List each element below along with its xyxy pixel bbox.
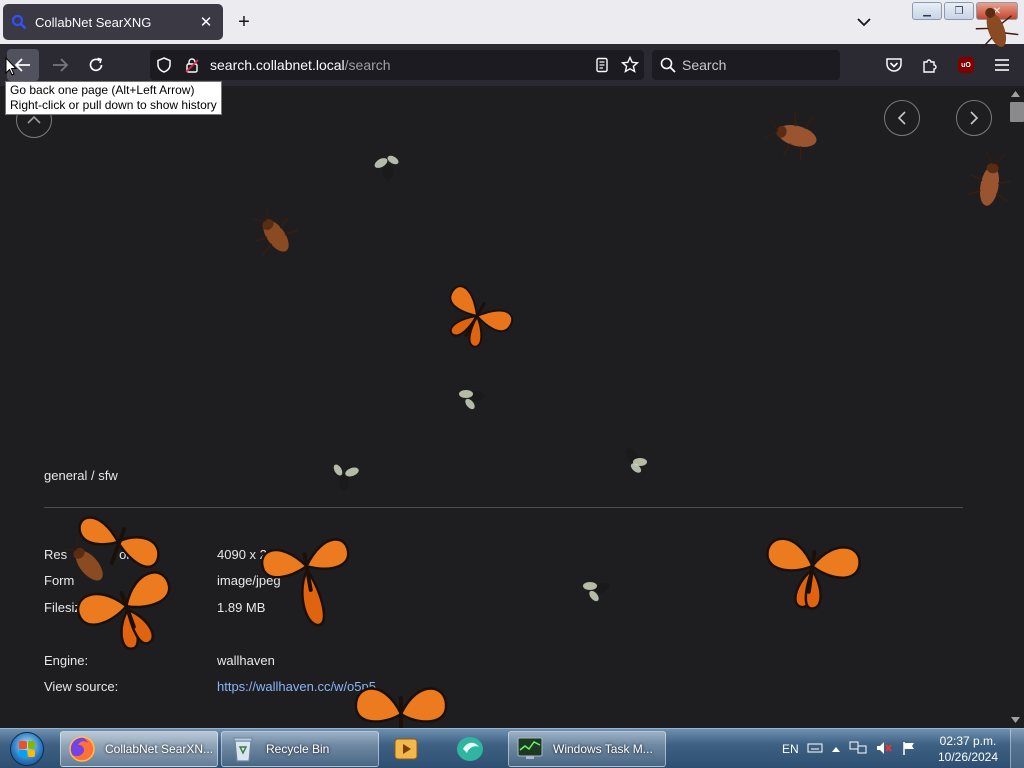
scrollbar-thumb[interactable] — [1010, 102, 1024, 122]
cockroach-icon — [765, 111, 817, 161]
butterfly-icon — [354, 687, 448, 728]
firefox-icon — [67, 734, 97, 764]
butterfly-icon — [260, 538, 350, 627]
url-text[interactable]: search.collabnet.local/search — [210, 57, 588, 73]
fly-icon — [583, 582, 610, 602]
taskbar-item-label: CollabNet SearXN... — [105, 742, 214, 756]
tooltip-line-1: Go back one page (Alt+Left Arrow) — [10, 83, 195, 97]
tab-close-icon[interactable]: ✕ — [197, 13, 215, 31]
butterfly-icon — [766, 537, 861, 610]
list-all-tabs-button[interactable] — [852, 10, 876, 34]
clock-time: 02:37 p.m. — [939, 734, 997, 748]
taskbar-item-app[interactable] — [446, 731, 502, 767]
tab-strip: CollabNet SearXNG ✕ + ▁ ❐ ✕ — [0, 0, 1024, 44]
keyboard-icon[interactable] — [807, 742, 823, 757]
engine-label: Engine: — [44, 653, 89, 668]
taskbar-item-recycle-bin[interactable]: Recycle Bin — [221, 731, 379, 767]
reader-view-icon[interactable] — [588, 50, 616, 80]
show-hidden-icons-icon[interactable] — [831, 742, 841, 756]
tracking-protection-icon[interactable] — [150, 50, 178, 80]
system-tray: EN — [782, 729, 917, 768]
clock-date: 10/26/2024 — [937, 750, 999, 764]
chevron-right-icon — [970, 111, 979, 125]
previous-image-button[interactable] — [884, 100, 920, 136]
recycle-bin-icon — [228, 734, 258, 764]
minimize-button[interactable]: ▁ — [912, 2, 942, 20]
scroll-up-arrow-icon[interactable] — [1009, 88, 1022, 100]
reload-icon — [89, 57, 103, 72]
media-player-icon — [391, 734, 421, 764]
view-source-row: View source: https://wallhaven.cc/w/o5p5 — [44, 679, 376, 694]
search-icon — [660, 57, 676, 73]
cockroach-icon — [975, 7, 1019, 49]
mouse-cursor-icon — [5, 57, 17, 76]
url-host: search.collabnet.local — [210, 57, 345, 73]
tab-title: CollabNet SearXNG — [35, 14, 152, 30]
network-icon[interactable] — [849, 740, 867, 759]
taskbar-item-label: Recycle Bin — [266, 742, 330, 756]
butterfly-icon — [76, 571, 171, 650]
action-center-flag-icon[interactable] — [901, 740, 917, 759]
url-path: /search — [344, 57, 391, 73]
taskbar-item-firefox[interactable]: CollabNet SearXN... — [60, 731, 218, 767]
bookmark-star-icon[interactable] — [616, 50, 644, 80]
start-button[interactable] — [4, 730, 50, 768]
ublock-origin-icon[interactable]: uO — [950, 50, 982, 80]
fly-icon — [374, 155, 399, 180]
nav-toolbar: search.collabnet.local/search Search uO — [0, 44, 1024, 86]
engine-value: wallhaven — [217, 653, 275, 668]
windows-taskbar: CollabNet SearXN... Recycle Bin Windows … — [0, 728, 1024, 768]
chevron-up-icon — [27, 115, 41, 124]
next-image-button[interactable] — [956, 100, 992, 136]
tab-searxng[interactable]: CollabNet SearXNG ✕ — [3, 4, 223, 40]
scroll-down-arrow-icon[interactable] — [1009, 714, 1022, 726]
url-bar[interactable]: search.collabnet.local/search — [150, 50, 644, 80]
search-placeholder: Search — [682, 57, 727, 73]
forward-button[interactable] — [44, 49, 76, 81]
new-tab-button[interactable]: + — [232, 10, 256, 34]
cockroach-icon — [967, 150, 1011, 206]
volume-muted-icon[interactable] — [875, 740, 893, 759]
pocket-icon[interactable] — [878, 50, 910, 80]
search-bar[interactable]: Search — [652, 50, 840, 80]
butterfly-icon — [449, 285, 514, 348]
app-icon — [455, 734, 485, 764]
view-source-label: View source: — [44, 679, 119, 694]
reload-button[interactable] — [80, 49, 112, 81]
taskbar-item-media-player[interactable] — [382, 731, 438, 767]
fly-icon — [625, 447, 647, 473]
image-detail-panel: general / sfw Reson: 4090 x 2 Form image… — [0, 86, 1024, 728]
chevron-left-icon — [897, 111, 906, 125]
show-desktop-button[interactable] — [1010, 729, 1024, 768]
fly-icon — [333, 464, 359, 490]
image-category: general / sfw — [44, 468, 118, 483]
clock[interactable]: 02:37 p.m. 10/26/2024 — [928, 733, 1008, 765]
cockroach-icon — [251, 208, 299, 256]
searxng-favicon-icon — [11, 14, 27, 30]
windows-logo-icon — [10, 732, 44, 766]
taskbar-item-task-manager[interactable]: Windows Task M... — [508, 731, 666, 767]
fly-icon — [459, 390, 484, 410]
chevron-down-icon — [857, 18, 871, 27]
forward-arrow-icon — [53, 58, 69, 72]
insecure-lock-icon[interactable] — [178, 50, 206, 80]
language-indicator[interactable]: EN — [782, 742, 799, 756]
hamburger-menu-icon[interactable] — [986, 50, 1018, 80]
back-button-tooltip: Go back one page (Alt+Left Arrow) Right-… — [5, 81, 222, 115]
taskbar-item-label: Windows Task M... — [553, 742, 653, 756]
tooltip-line-2: Right-click or pull down to show history — [10, 98, 217, 112]
divider — [44, 507, 963, 508]
extensions-icon[interactable] — [914, 50, 946, 80]
task-manager-icon — [515, 734, 545, 764]
engine-row: Engine: wallhaven — [44, 653, 275, 668]
